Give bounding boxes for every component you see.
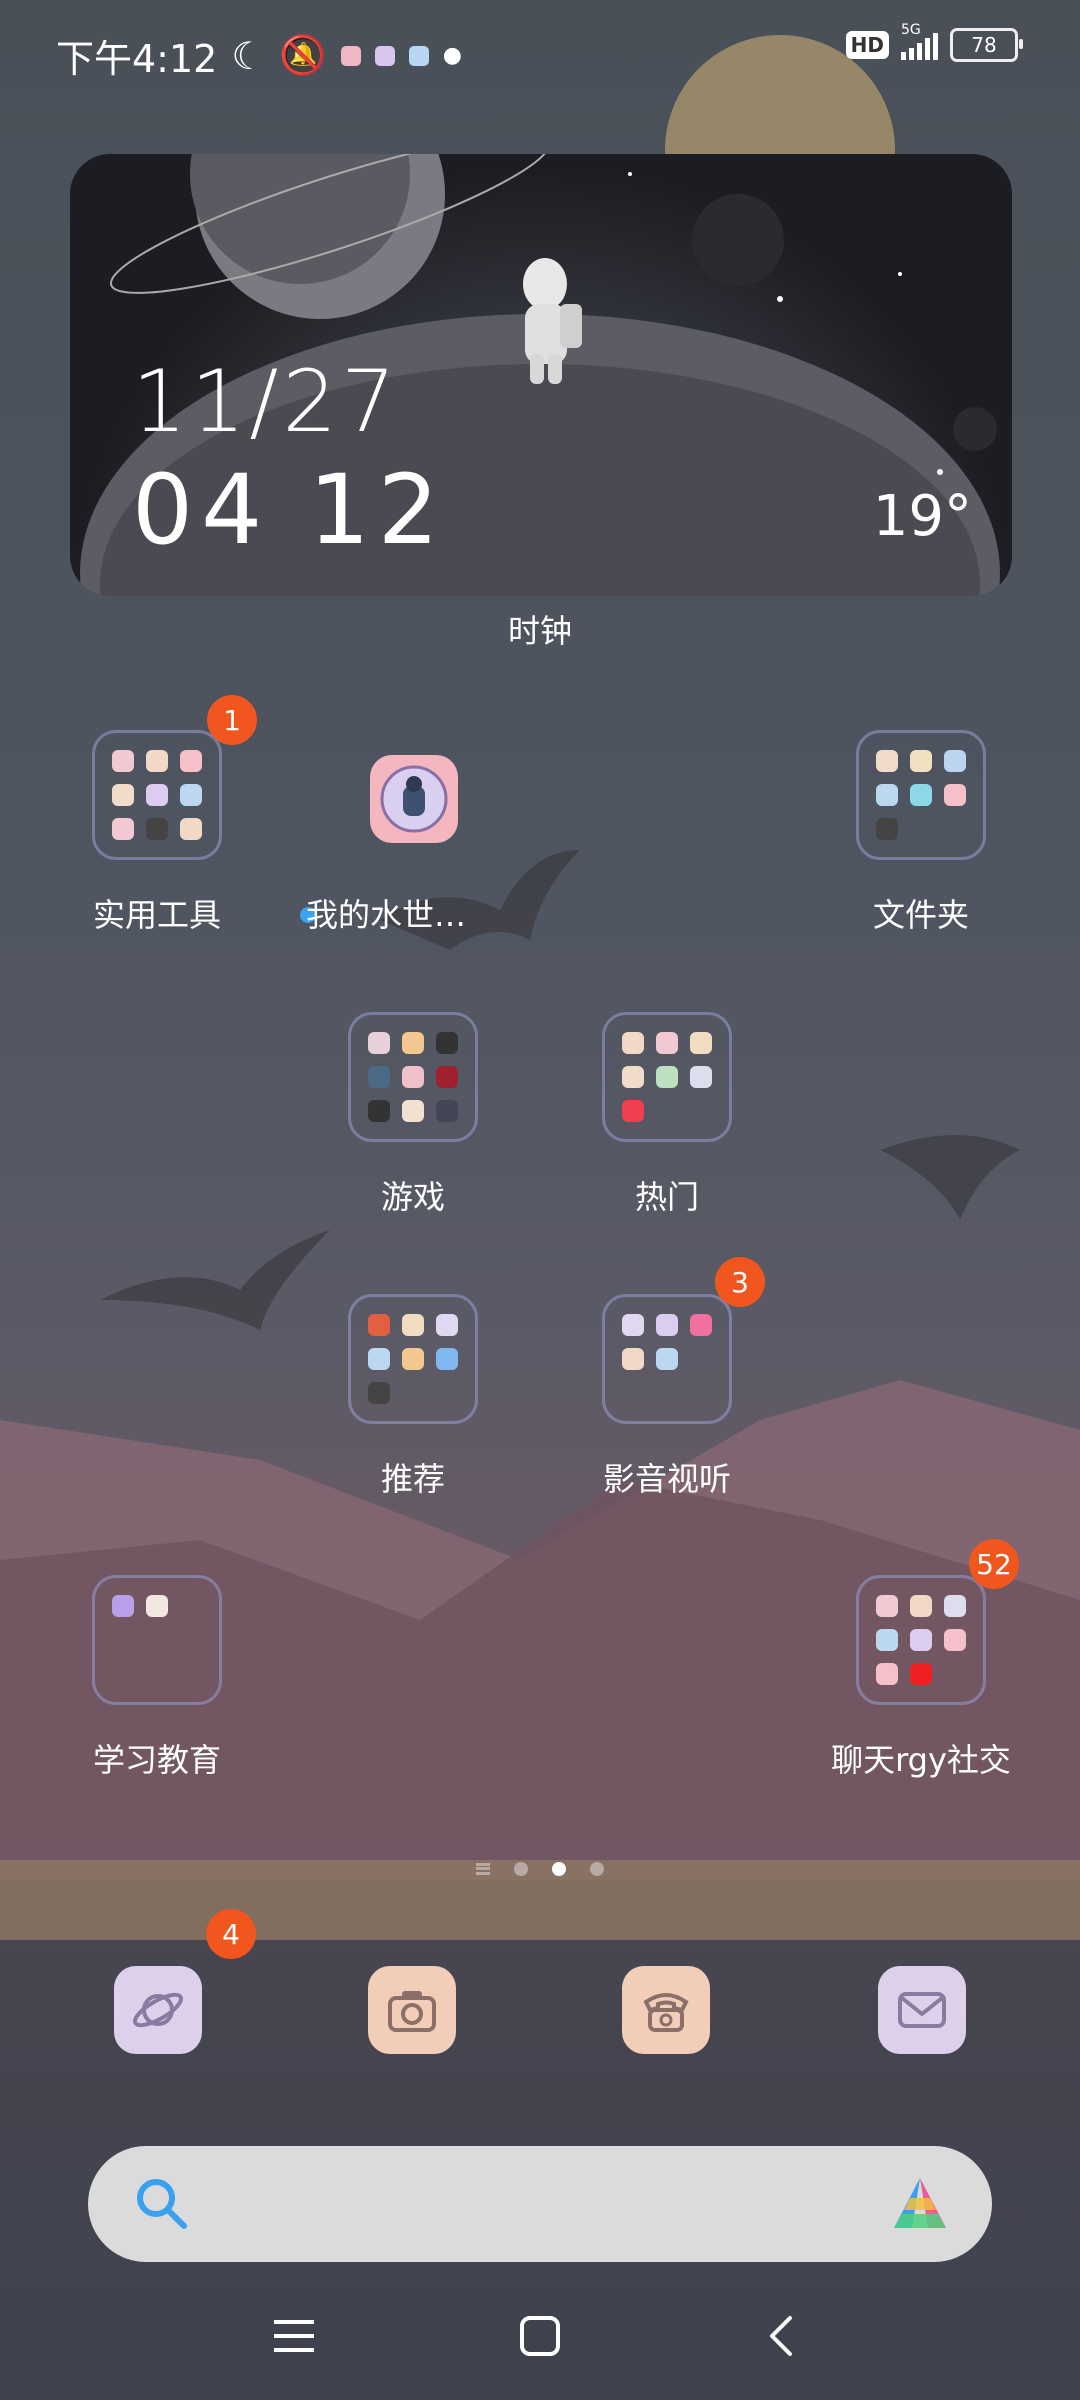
- page-dot-active: [552, 1862, 566, 1876]
- page-indicator-list-icon: [476, 1863, 490, 1875]
- planet-icon: [133, 1992, 183, 2028]
- folder-media-label: 影音视听: [602, 1460, 731, 1498]
- folder-education[interactable]: [92, 1575, 222, 1705]
- battery-indicator: 78: [950, 28, 1023, 62]
- notification-badge: 52: [969, 1539, 1019, 1589]
- water-world-app-icon[interactable]: [370, 755, 458, 843]
- folder-tools[interactable]: [92, 730, 222, 860]
- notification-icon: [374, 45, 395, 66]
- menu-icon[interactable]: [272, 2316, 316, 2356]
- assistant-logo-icon[interactable]: [888, 2174, 952, 2234]
- page-dot: [590, 1862, 604, 1876]
- notification-icon: [340, 45, 361, 66]
- page-indicator[interactable]: [476, 1862, 604, 1876]
- clock-widget[interactable]: 11/27 04 12 19°: [70, 154, 1012, 596]
- moon-icon: ☾: [231, 33, 266, 78]
- status-right: HD 5G 78: [845, 22, 1023, 62]
- status-time: 下午4:12: [56, 37, 218, 81]
- clock-widget-label: 时钟: [507, 612, 572, 650]
- mute-icon: 🔕: [279, 33, 327, 77]
- signal-icon: 5G: [901, 22, 938, 60]
- battery-level: 78: [971, 33, 997, 57]
- folder-social-label: 聊天rgy社交: [831, 1741, 1011, 1779]
- navigation-bar: [0, 2290, 1080, 2400]
- character-avatar-icon: [380, 765, 448, 833]
- widget-date: 11/27: [132, 352, 400, 452]
- more-notifications-icon: ●: [442, 43, 462, 68]
- folder-files-label: 文件夹: [872, 896, 969, 934]
- status-bar: 下午4:12 ☾ 🔕 ● HD 5G 78: [0, 0, 1080, 100]
- search-icon: [137, 2179, 187, 2229]
- status-left: 下午4:12 ☾ 🔕 ●: [56, 28, 462, 83]
- widget-time: 04 12: [132, 454, 447, 566]
- search-bar[interactable]: [88, 2146, 992, 2262]
- home-icon[interactable]: [518, 2314, 562, 2358]
- folder-games-label: 游戏: [380, 1178, 445, 1216]
- messages-dock-icon[interactable]: [878, 1966, 966, 2054]
- folder-hot[interactable]: [602, 1012, 732, 1142]
- back-icon[interactable]: [766, 2314, 796, 2358]
- folder-games[interactable]: [348, 1012, 478, 1142]
- hd-badge: HD: [845, 31, 889, 59]
- network-label: 5G: [901, 22, 921, 38]
- camera-dock-icon[interactable]: [368, 1966, 456, 2054]
- water-world-app-label: 我的水世…: [306, 896, 467, 934]
- widget-temperature: 19°: [872, 484, 972, 549]
- notification-icon: [408, 45, 429, 66]
- notification-badge: 1: [207, 695, 257, 745]
- notification-badge: 3: [715, 1257, 765, 1307]
- notification-badge: 4: [206, 1909, 256, 1959]
- folder-media[interactable]: [602, 1294, 732, 1424]
- folder-tools-label: 实用工具: [92, 896, 221, 934]
- phone-dock-icon[interactable]: [622, 1966, 710, 2054]
- telephone-icon: [643, 1993, 689, 2032]
- envelope-icon: [898, 1992, 946, 2028]
- browser-dock-icon[interactable]: [114, 1966, 202, 2054]
- folder-social[interactable]: [856, 1575, 986, 1705]
- page-dot: [514, 1862, 528, 1876]
- camera-icon: [388, 1991, 436, 2032]
- folder-files[interactable]: [856, 730, 986, 860]
- folder-recommend-label: 推荐: [380, 1460, 445, 1498]
- folder-recommend[interactable]: [348, 1294, 478, 1424]
- folder-hot-label: 热门: [634, 1178, 699, 1216]
- folder-education-label: 学习教育: [92, 1741, 221, 1779]
